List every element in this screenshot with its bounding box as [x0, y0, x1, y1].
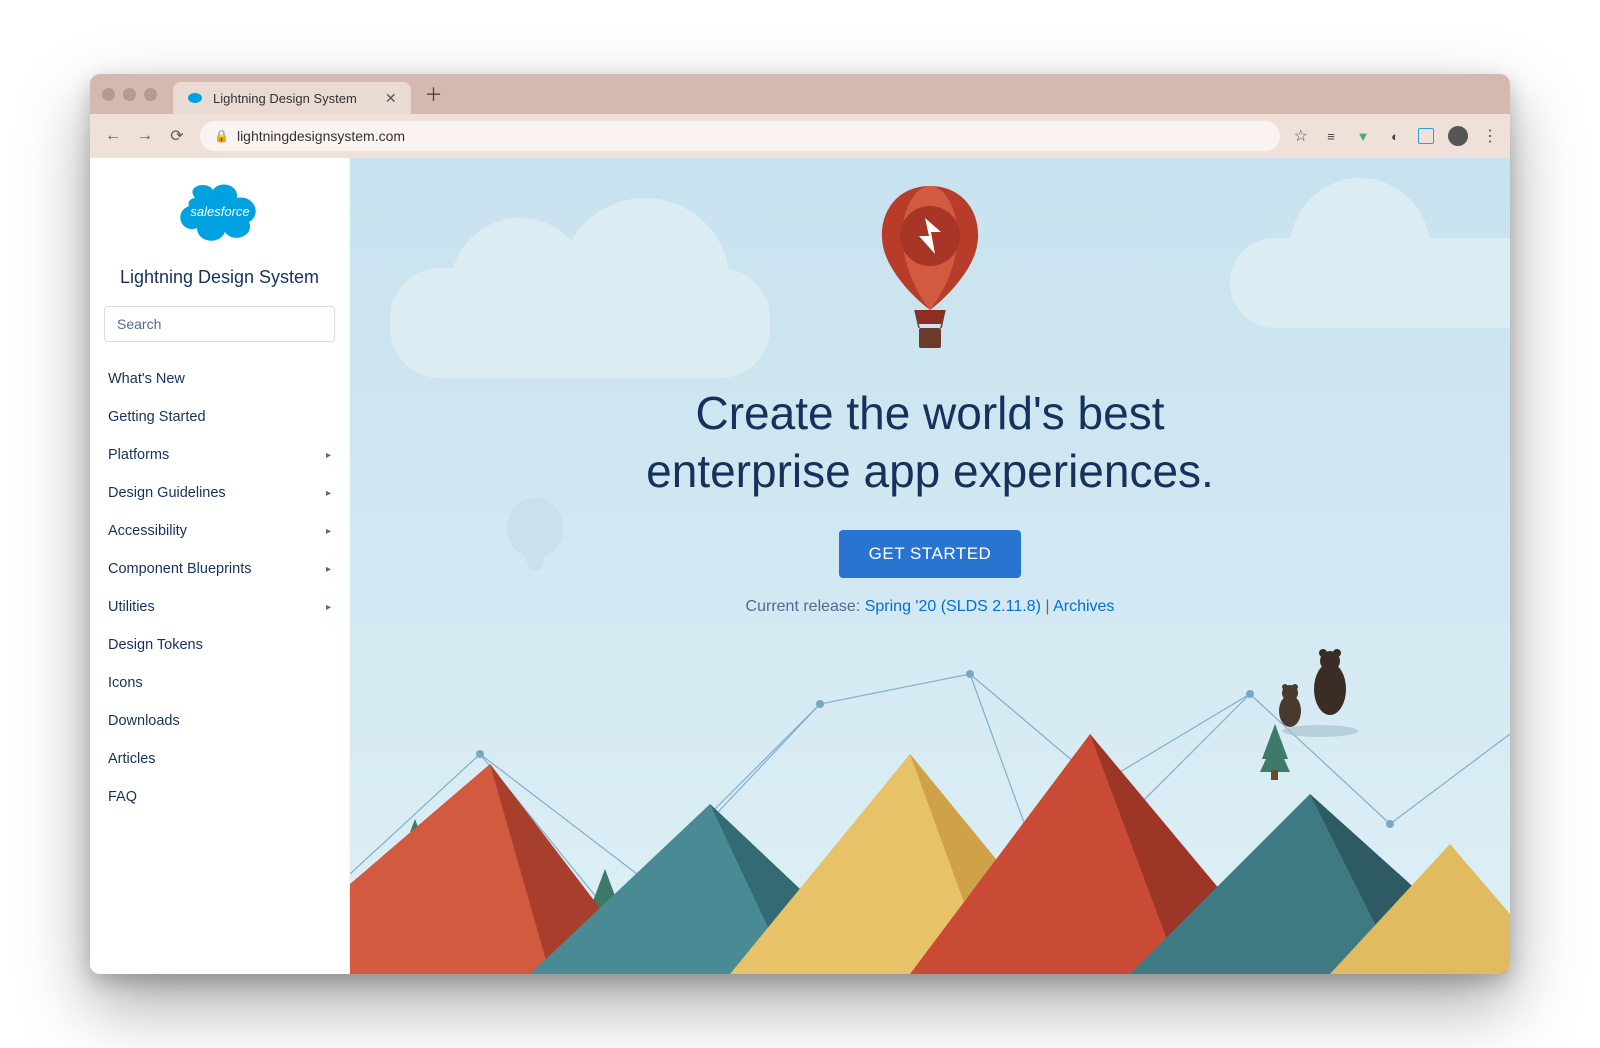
- get-started-button[interactable]: GET STARTED: [839, 530, 1022, 578]
- tab-close-icon[interactable]: ✕: [385, 90, 397, 107]
- sidebar-item-design-guidelines[interactable]: Design Guidelines ▸: [104, 474, 335, 512]
- sidebar-item-downloads[interactable]: Downloads: [104, 702, 335, 740]
- sidebar-nav: What's NewGetting StartedPlatforms▸Desig…: [104, 360, 335, 816]
- release-link[interactable]: Spring '20 (SLDS 2.11.8): [865, 598, 1041, 615]
- chevron-right-icon: ▸: [326, 602, 331, 613]
- sidebar-item-what-s-new[interactable]: What's New: [104, 360, 335, 398]
- sidebar-item-faq[interactable]: FAQ: [104, 778, 335, 816]
- sidebar-item-label: What's New: [108, 371, 185, 387]
- chevron-right-icon: ▸: [326, 564, 331, 575]
- browser-address-bar: ← → ⟳ 🔒 lightningdesignsystem.com ☆ ≡ ▼ …: [90, 114, 1510, 158]
- sidebar-item-label: Downloads: [108, 713, 180, 729]
- sidebar-item-component-blueprints[interactable]: Component Blueprints ▸: [104, 550, 335, 588]
- bears-illustration: [1260, 649, 1360, 744]
- close-window-icon[interactable]: [102, 88, 115, 101]
- extension-buffer-icon[interactable]: ≡: [1322, 127, 1340, 145]
- sidebar-item-label: Accessibility: [108, 523, 187, 539]
- chevron-right-icon: ▸: [326, 450, 331, 461]
- browser-titlebar: Lightning Design System ✕ ＋: [90, 74, 1510, 114]
- sidebar-item-accessibility[interactable]: Accessibility ▸: [104, 512, 335, 550]
- headline-line1: Create the world's best: [695, 387, 1164, 439]
- sidebar-item-label: Articles: [108, 751, 156, 767]
- sidebar-item-label: Design Tokens: [108, 637, 203, 653]
- url-field[interactable]: 🔒 lightningdesignsystem.com: [200, 121, 1280, 151]
- archives-link[interactable]: Archives: [1053, 598, 1114, 615]
- browser-window: Lightning Design System ✕ ＋ ← → ⟳ 🔒 ligh…: [90, 74, 1510, 974]
- salesforce-favicon-icon: [187, 90, 203, 106]
- minimize-window-icon[interactable]: [123, 88, 136, 101]
- browser-tab[interactable]: Lightning Design System ✕: [173, 82, 411, 114]
- sidebar-item-design-tokens[interactable]: Design Tokens: [104, 626, 335, 664]
- release-prefix: Current release:: [746, 598, 865, 615]
- new-tab-button[interactable]: ＋: [425, 81, 443, 107]
- extension-box-icon[interactable]: [1418, 128, 1434, 144]
- cloud-decoration: [1230, 238, 1510, 328]
- salesforce-logo: salesforce: [104, 176, 335, 259]
- sidebar-item-platforms[interactable]: Platforms ▸: [104, 436, 335, 474]
- back-button[interactable]: ←: [104, 127, 122, 145]
- sidebar: salesforce Lightning Design System What'…: [90, 158, 350, 974]
- hero-headline: Create the world's best enterprise app e…: [646, 385, 1214, 500]
- release-separator: |: [1041, 598, 1053, 615]
- sidebar-item-icons[interactable]: Icons: [104, 664, 335, 702]
- window-controls[interactable]: [102, 88, 157, 101]
- sidebar-item-utilities[interactable]: Utilities ▸: [104, 588, 335, 626]
- svg-text:salesforce: salesforce: [190, 204, 249, 219]
- extension-icons: ≡ ▼ ◐ ⋮: [1322, 126, 1496, 146]
- bookmark-star-icon[interactable]: ☆: [1294, 126, 1308, 146]
- release-info: Current release: Spring '20 (SLDS 2.11.8…: [746, 598, 1115, 616]
- extension-vue-icon[interactable]: ▼: [1354, 127, 1372, 145]
- sidebar-item-label: Platforms: [108, 447, 169, 463]
- cloud-decoration: [390, 268, 770, 378]
- page-content: salesforce Lightning Design System What'…: [90, 158, 1510, 974]
- maximize-window-icon[interactable]: [144, 88, 157, 101]
- hero-area: Create the world's best enterprise app e…: [350, 158, 1510, 974]
- faint-balloon-decoration: [500, 498, 570, 603]
- sidebar-item-label: FAQ: [108, 789, 137, 805]
- forward-button[interactable]: →: [136, 127, 154, 145]
- url-text: lightningdesignsystem.com: [237, 128, 405, 144]
- brand-title: Lightning Design System: [104, 267, 335, 288]
- lock-icon: 🔒: [214, 129, 229, 143]
- sidebar-item-label: Component Blueprints: [108, 561, 251, 577]
- chevron-right-icon: ▸: [326, 526, 331, 537]
- salesforce-cloud-icon: salesforce: [165, 176, 275, 254]
- browser-menu-icon[interactable]: ⋮: [1482, 126, 1496, 146]
- tab-title: Lightning Design System: [213, 91, 357, 106]
- search-input[interactable]: [104, 306, 335, 342]
- sidebar-item-label: Icons: [108, 675, 143, 691]
- profile-avatar[interactable]: [1448, 126, 1468, 146]
- sidebar-item-label: Utilities: [108, 599, 155, 615]
- hero-balloon-icon: [865, 182, 995, 367]
- reload-button[interactable]: ⟳: [168, 126, 186, 146]
- sidebar-item-getting-started[interactable]: Getting Started: [104, 398, 335, 436]
- sidebar-item-articles[interactable]: Articles: [104, 740, 335, 778]
- sidebar-item-label: Design Guidelines: [108, 485, 226, 501]
- sidebar-item-label: Getting Started: [108, 409, 206, 425]
- headline-line2: enterprise app experiences.: [646, 445, 1214, 497]
- extension-moon-icon[interactable]: ◐: [1386, 127, 1404, 145]
- chevron-right-icon: ▸: [326, 488, 331, 499]
